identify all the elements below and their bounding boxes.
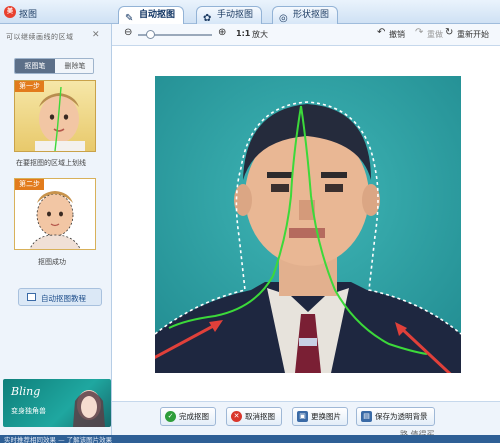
cancel-cutout-label: 取消抠图 <box>245 412 275 421</box>
save-transparent-label: 保存为透明背景 <box>375 412 428 421</box>
check-icon: ✓ <box>165 411 176 422</box>
app-logo-icon: 美 <box>4 6 16 18</box>
sidebar-hint: 可以继续画线的区域 <box>6 33 74 41</box>
fit-button[interactable]: 放大 <box>252 29 268 40</box>
redo-icon[interactable]: ↷ <box>415 27 423 38</box>
book-icon <box>27 293 36 301</box>
zoom-out-icon[interactable]: ⊖ <box>124 27 132 38</box>
tab-label: 自动抠图 <box>139 10 176 20</box>
step-badge: 第一步 <box>15 81 44 92</box>
status-text: 实时推荐相同效果 — 了解该图片效果 <box>4 436 113 443</box>
change-image-button[interactable]: ▣ 更换图片 <box>292 407 348 426</box>
brush-mode-tabs: 抠图笔 删除笔 <box>14 58 94 74</box>
photo-canvas[interactable] <box>155 76 461 373</box>
step-two-example-image: 第二步 <box>14 178 96 250</box>
change-image-label: 更换图片 <box>311 412 341 421</box>
zoom-ratio-button[interactable]: 1:1 <box>236 29 250 38</box>
title-bar: 美 抠图 ✎ 自动抠图 ✿ 手动抠图 ◎ 形状抠图 <box>0 0 500 24</box>
restart-button[interactable]: 重新开始 <box>457 29 489 40</box>
tutorial-label: 自动抠图教程 <box>41 294 86 303</box>
save-icon: ▤ <box>361 411 372 422</box>
finish-cutout-button[interactable]: ✓ 完成抠图 <box>160 407 216 426</box>
zoom-in-icon[interactable]: ⊕ <box>218 27 226 38</box>
finish-cutout-label: 完成抠图 <box>179 412 209 421</box>
cancel-cutout-button[interactable]: ✕ 取消抠图 <box>226 407 282 426</box>
zoom-slider-handle[interactable] <box>146 30 155 39</box>
tab-erase-brush[interactable]: 删除笔 <box>55 59 93 73</box>
tab-manual-cutout[interactable]: ✿ 手动抠图 <box>196 6 263 24</box>
undo-button[interactable]: 撤销 <box>389 29 405 40</box>
restart-icon[interactable]: ↻ <box>445 27 453 38</box>
tab-auto-cutout[interactable]: ✎ 自动抠图 <box>118 6 185 24</box>
portrait-photo <box>155 76 461 373</box>
cancel-icon: ✕ <box>231 411 242 422</box>
redo-button[interactable]: 重做 <box>427 29 443 40</box>
auto-cutout-tutorial-button[interactable]: 自动抠图教程 <box>18 288 102 306</box>
image-icon: ▣ <box>297 411 308 422</box>
status-bar: 实时推荐相同效果 — 了解该图片效果 <box>0 435 500 443</box>
step-one-caption: 在要抠图的区域上划线 <box>16 159 86 167</box>
tab-label: 形状抠图 <box>293 10 330 20</box>
undo-icon[interactable]: ↶ <box>377 27 385 38</box>
sidebar: 可以继续画线的区域 ✕ 抠图笔 删除笔 第一步 在要抠图的区域上划线 第二步 抠 <box>0 24 112 435</box>
app-title: 抠图 <box>19 10 38 20</box>
ad-banner[interactable]: Bling 变身独角兽 <box>3 379 111 427</box>
ad-portrait <box>73 390 105 427</box>
save-transparent-button[interactable]: ▤ 保存为透明背景 <box>356 407 435 426</box>
tab-cutout-brush[interactable]: 抠图笔 <box>15 59 55 73</box>
tab-label: 手动抠图 <box>217 10 254 20</box>
toolbar: ⊖ ⊕ 1:1 放大 ↶ 撤销 ↷ 重做 ↻ 重新开始 <box>112 24 500 46</box>
step-two-caption: 抠图成功 <box>38 258 66 266</box>
tab-shape-cutout[interactable]: ◎ 形状抠图 <box>272 6 339 24</box>
close-icon[interactable]: ✕ <box>92 30 100 40</box>
step-one-example-image: 第一步 <box>14 80 96 152</box>
step-badge: 第二步 <box>15 179 44 190</box>
